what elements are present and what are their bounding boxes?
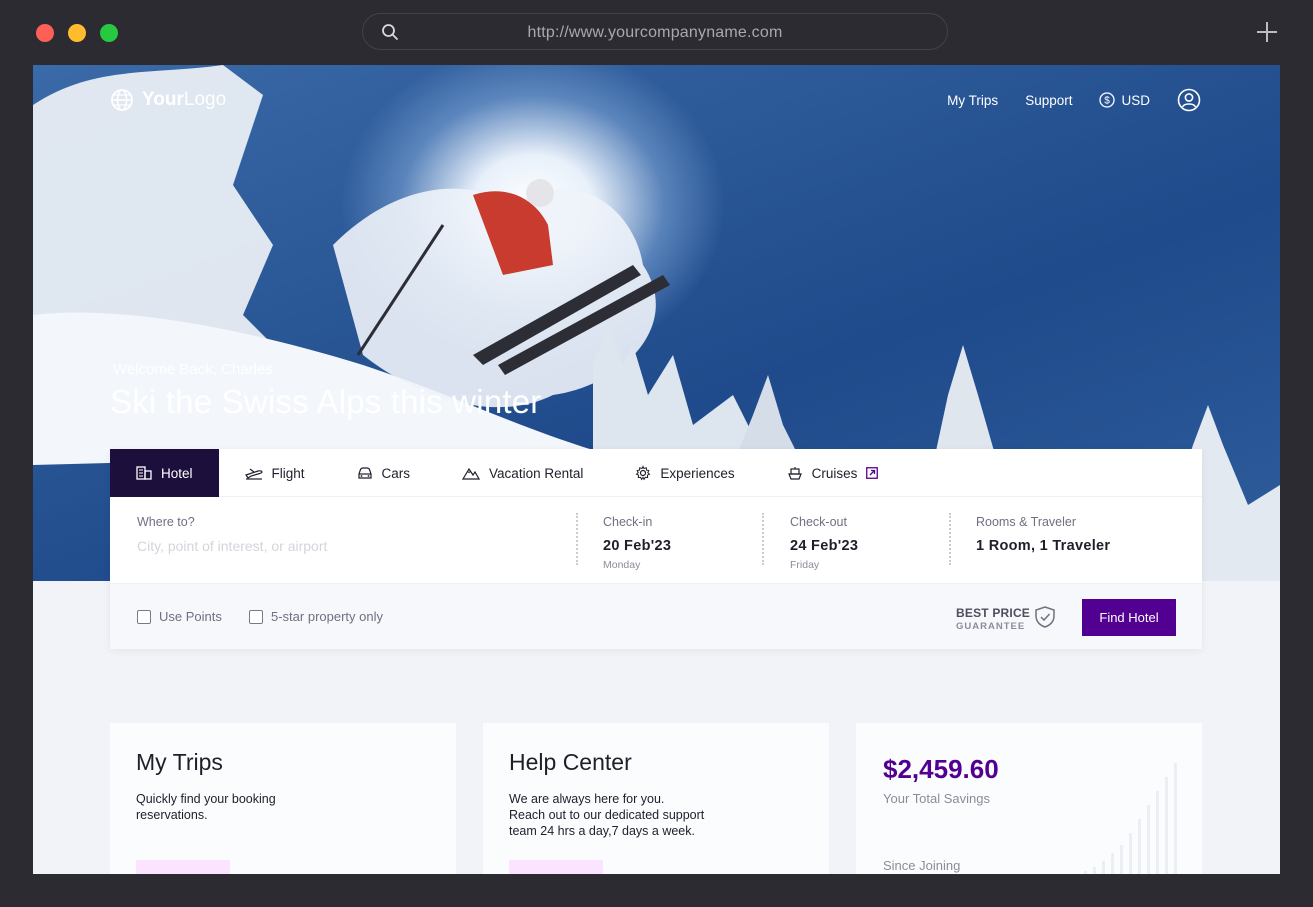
card-text-line: team 24 hrs a day,7 days a week. [509,824,695,838]
tab-hotel[interactable]: Hotel [110,449,219,497]
destination-input[interactable] [137,538,517,554]
gear-icon [635,465,651,481]
tab-label: Hotel [161,465,193,481]
card-title: My Trips [136,749,223,775]
search-options: Use Points 5-star property only BEST PRI… [110,583,1202,649]
external-link-icon [866,467,879,479]
minimize-window-button[interactable] [68,24,86,42]
url-text: http://www.yourcompanyname.com [527,24,783,41]
card-text-line: We are always here for you. [509,792,665,806]
nav-my-trips[interactable]: My Trips [947,93,998,108]
checkin-label: Check-in [603,515,653,529]
use-points-label: Use Points [159,609,222,624]
rooms-label: Rooms & Traveler [976,515,1077,529]
tab-label: Cruises [811,465,858,481]
checkbox-box[interactable] [137,609,151,624]
checkin-field[interactable]: Check-in 20 Feb'23 Monday [603,515,671,571]
logo-prefix: Your [142,89,184,110]
find-hotel-button[interactable]: Find Hotel [1082,599,1176,636]
currency-label: USD [1121,92,1150,108]
logo[interactable]: YourLogo [110,88,226,112]
tab-label: Vacation Rental [489,465,584,481]
savings-amount: $2,459.60 [883,754,999,784]
help-center-card[interactable]: Help Center We are always here for you. R… [483,723,829,874]
dollar-icon: $ [1099,92,1116,108]
card-text-line: Quickly find your booking [136,792,276,806]
ship-icon [787,467,802,480]
savings-card: $2,459.60 Your Total Savings Since Joini… [856,723,1202,874]
tab-cars[interactable]: Cars [331,449,437,497]
tab-label: Experiences [660,465,735,481]
card-text: Quickly find your booking reservations. [136,791,276,823]
nav-support[interactable]: Support [1025,93,1072,108]
since-joining-label: Since Joining [883,858,961,873]
checkbox-box[interactable] [249,609,263,624]
card-action-button[interactable] [509,860,603,874]
plane-icon [244,468,263,480]
globe-icon [111,89,133,111]
shield-check-icon [1035,606,1055,628]
best-price-badge: BEST PRICE GUARANTEE [956,606,1030,632]
logo-suffix: Logo [183,89,227,110]
field-divider [762,513,764,565]
my-trips-card[interactable]: My Trips Quickly find your booking reserv… [110,723,456,874]
checkout-label: Check-out [790,515,847,529]
best-price-line1: BEST PRICE [956,606,1031,620]
checkout-value: 24 Feb'23 [790,538,859,554]
new-tab-icon[interactable] [1255,20,1279,44]
savings-label: Your Total Savings [883,791,990,806]
destination-field[interactable]: Where to? [137,515,517,556]
checkout-day: Friday [790,559,820,571]
search-fields: Where to? Check-in 20 Feb'23 Monday Chec… [110,497,1202,583]
tab-label: Cars [381,465,411,481]
rooms-field[interactable]: Rooms & Traveler 1 Room, 1 Traveler [976,515,1110,554]
card-text-line: reservations. [136,808,208,822]
hotel-icon [136,466,152,480]
currency-selector[interactable]: $ USD [1099,92,1150,108]
card-action-button[interactable] [136,860,230,874]
five-star-checkbox[interactable]: 5-star property only [249,609,383,624]
tab-label: Flight [271,465,305,481]
search-panel: Hotel Flight Cars Vacation Rental Experi… [110,449,1202,649]
card-text-line: Reach out to our dedicated support [509,808,705,822]
top-nav: My Trips Support $ USD [947,88,1201,112]
mountain-icon [462,467,481,480]
card-text: We are always here for you. Reach out to … [509,791,704,839]
booking-tabs: Hotel Flight Cars Vacation Rental Experi… [110,449,1202,497]
checkout-field[interactable]: Check-out 24 Feb'23 Friday [790,515,858,571]
checkin-day: Monday [603,559,641,571]
card-title: Help Center [509,749,632,775]
five-star-label: 5-star property only [271,609,383,624]
tab-cruises[interactable]: Cruises [761,449,905,497]
svg-text:$: $ [1105,96,1111,107]
tab-vacation-rental[interactable]: Vacation Rental [436,449,609,497]
maximize-window-button[interactable] [100,24,118,42]
user-avatar-icon[interactable] [1177,88,1201,112]
checkin-value: 20 Feb'23 [603,538,672,554]
welcome-text: Welcome Back, Charles [113,361,273,378]
rooms-value: 1 Room, 1 Traveler [976,538,1111,554]
use-points-checkbox[interactable]: Use Points [137,609,222,624]
tab-experiences[interactable]: Experiences [609,449,760,497]
field-divider [949,513,951,565]
browser-window: http://www.yourcompanyname.com YourLogo … [0,0,1313,907]
destination-label: Where to? [137,515,195,529]
address-bar[interactable]: http://www.yourcompanyname.com [362,13,948,50]
car-icon [357,467,372,479]
page-viewport: YourLogo My Trips Support $ USD Welcome … [33,65,1280,874]
close-window-button[interactable] [36,24,54,42]
savings-trend-decoration [1084,763,1177,874]
hero-headline: Ski the Swiss Alps this winter [110,383,542,420]
best-price-line2: GUARANTEE [956,621,1026,632]
tab-flight[interactable]: Flight [219,449,331,497]
field-divider [576,513,578,565]
